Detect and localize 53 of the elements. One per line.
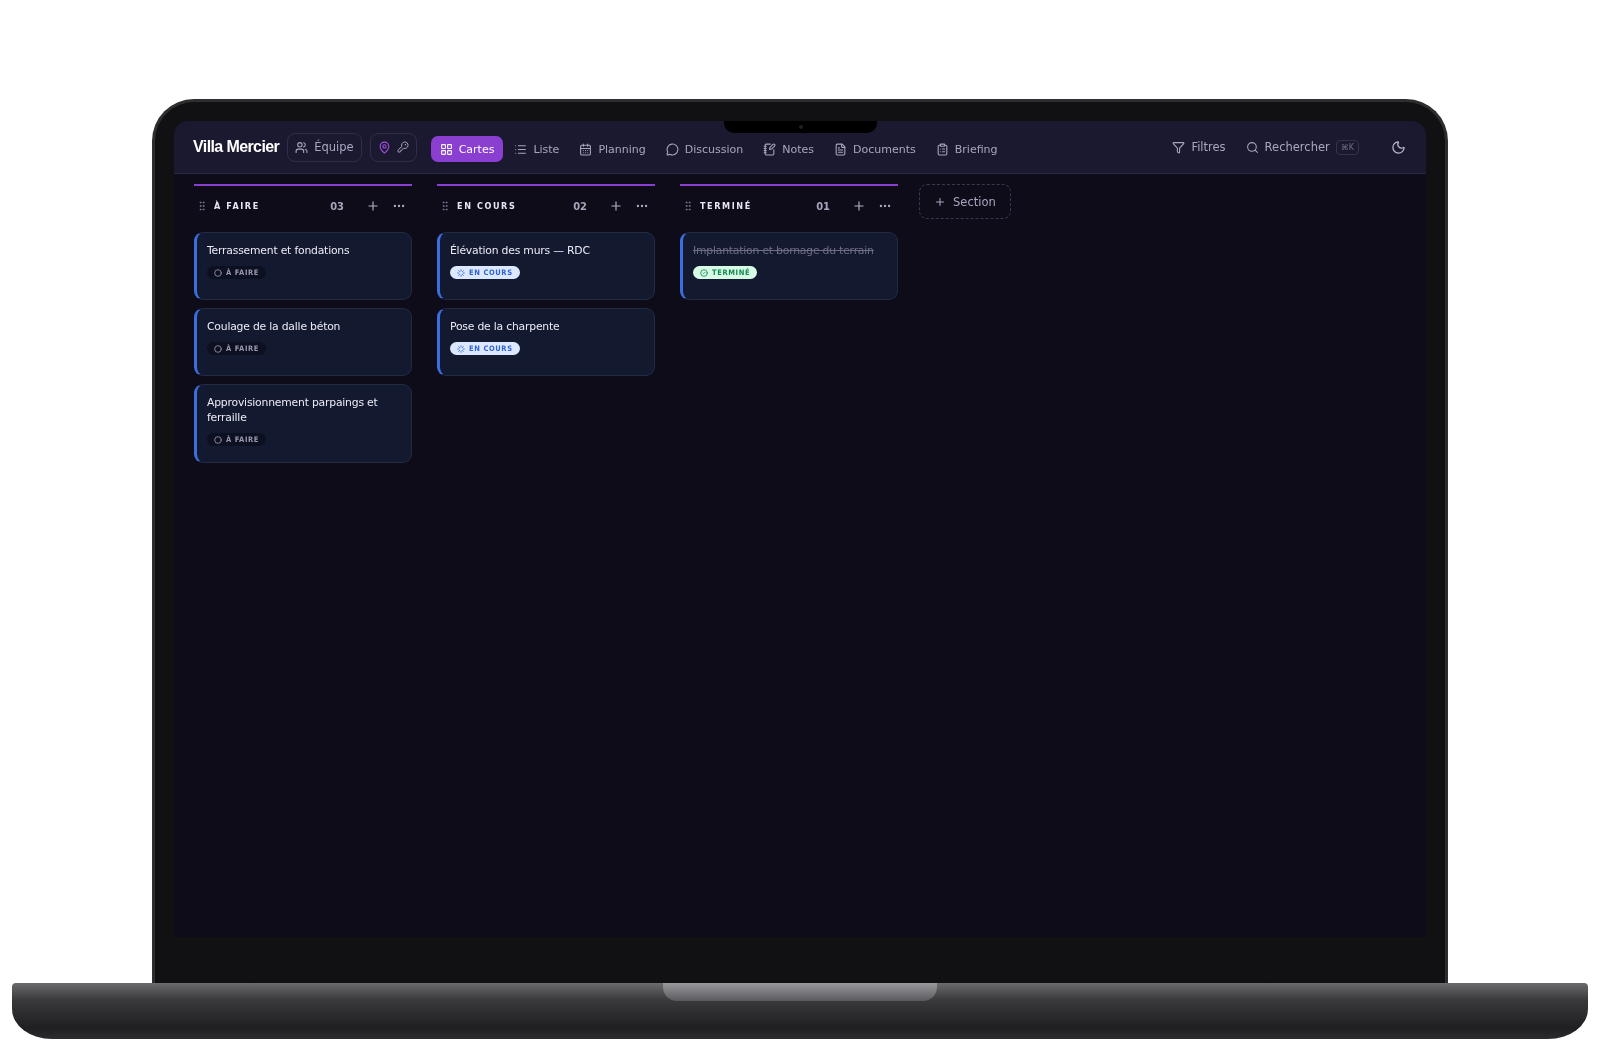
chat-bubble-icon bbox=[665, 142, 679, 156]
calendar-icon bbox=[579, 142, 593, 156]
spinner-icon bbox=[457, 268, 465, 277]
plus-icon bbox=[934, 195, 946, 208]
drag-handle-icon[interactable] bbox=[196, 200, 208, 212]
card-count: 03 bbox=[330, 199, 344, 213]
card-title: Coulage de la dalle béton bbox=[207, 319, 342, 334]
moon-icon bbox=[1391, 139, 1406, 155]
column-title: TERMINÉ bbox=[700, 201, 753, 211]
card-title: Pose de la charpente bbox=[450, 319, 561, 334]
shortcut-hint: ⌘K bbox=[1335, 139, 1359, 155]
project-title: Villa Mercier bbox=[193, 138, 280, 156]
plus-icon bbox=[852, 199, 866, 213]
grid-icon bbox=[439, 142, 453, 156]
people-icon bbox=[295, 140, 309, 154]
search-field[interactable]: Rechercher ⌘K bbox=[1239, 139, 1365, 155]
notebook-icon bbox=[763, 142, 777, 156]
search-placeholder: Rechercher bbox=[1264, 140, 1330, 154]
card-title: Implantation et bornage du terrain bbox=[693, 243, 875, 258]
circle-icon bbox=[214, 435, 222, 444]
nav-tab[interactable]: Planning bbox=[570, 136, 655, 162]
key-icon bbox=[396, 141, 409, 153]
card-title: Terrassement et fondations bbox=[207, 243, 351, 258]
circle-icon bbox=[214, 344, 222, 353]
drag-handle-icon[interactable] bbox=[682, 200, 694, 212]
plus-icon bbox=[609, 199, 623, 213]
spinner-icon bbox=[457, 344, 465, 353]
nav-tab[interactable]: Briefing bbox=[926, 136, 1007, 162]
search-icon bbox=[1245, 140, 1259, 154]
list-icon bbox=[514, 142, 528, 156]
nav-tab[interactable]: Cartes bbox=[430, 136, 504, 162]
add-section-button[interactable]: Section bbox=[919, 184, 1011, 219]
team-button[interactable]: Équipe bbox=[287, 132, 362, 162]
check-circle-icon bbox=[700, 268, 708, 277]
map-pin-icon bbox=[377, 140, 391, 154]
document-icon bbox=[834, 142, 848, 156]
card-title: Élévation des murs — RDC bbox=[450, 243, 591, 258]
column-title: EN COURS bbox=[457, 201, 518, 211]
column-title: À FAIRE bbox=[214, 201, 261, 211]
nav-tab[interactable]: Liste bbox=[505, 136, 569, 162]
clipboard-icon bbox=[935, 142, 949, 156]
card-count: 02 bbox=[573, 199, 587, 213]
nav-tab[interactable]: Documents bbox=[825, 136, 925, 162]
nav-tab[interactable]: Discussion bbox=[656, 136, 753, 162]
circle-icon bbox=[214, 268, 222, 277]
nav-tab[interactable]: Notes bbox=[754, 136, 824, 162]
card-title: Approvisionnement parpaings et ferraille bbox=[207, 395, 379, 425]
plus-icon bbox=[366, 199, 380, 213]
filter-icon bbox=[1172, 140, 1186, 154]
location-key-button[interactable] bbox=[369, 132, 417, 162]
filters-button[interactable]: Filtres bbox=[1166, 140, 1232, 154]
drag-handle-icon[interactable] bbox=[439, 200, 451, 212]
card-count: 01 bbox=[816, 199, 830, 213]
